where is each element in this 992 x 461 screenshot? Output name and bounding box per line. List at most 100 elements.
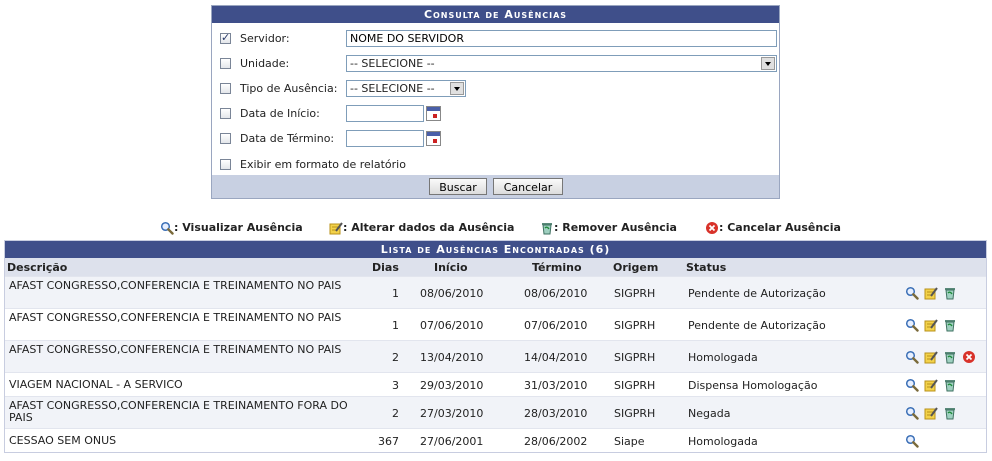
tipo-checkbox[interactable] xyxy=(220,83,231,94)
unidade-row: Unidade: -- SELECIONE -- xyxy=(212,53,779,75)
edit-note-icon[interactable] xyxy=(924,406,938,420)
magnifier-icon[interactable] xyxy=(905,406,919,420)
cell-origem: SIGPRH xyxy=(614,287,656,300)
cell-dias: 2 xyxy=(392,407,399,420)
table-row: VIAGEM NACIONAL - A SERVICO 3 29/03/2010 31… xyxy=(5,372,986,396)
termino-row: Data de Término: xyxy=(212,128,779,150)
header-dias: Dias xyxy=(372,261,399,274)
unidade-select[interactable]: -- SELECIONE -- xyxy=(346,55,777,72)
header-termino: Término xyxy=(532,261,582,274)
cell-origem: SIGPRH xyxy=(614,379,656,392)
results-table: Lista de Ausências Encontradas (6) Descr… xyxy=(4,240,987,453)
row-actions xyxy=(905,286,962,300)
cell-origem: Siape xyxy=(614,435,645,448)
tipo-select[interactable]: -- SELECIONE -- xyxy=(346,80,466,97)
relatorio-row: Exibir em formato de relatório xyxy=(212,154,779,176)
cell-inicio: 27/03/2010 xyxy=(420,407,484,420)
cell-inicio: 13/04/2010 xyxy=(420,351,484,364)
servidor-input[interactable] xyxy=(346,30,777,47)
cell-inicio: 07/06/2010 xyxy=(420,319,484,332)
header-inicio: Início xyxy=(434,261,468,274)
inicio-checkbox[interactable] xyxy=(220,108,231,119)
header-status: Status xyxy=(686,261,727,274)
cell-termino: 14/04/2010 xyxy=(524,351,588,364)
cell-termino: 08/06/2010 xyxy=(524,287,588,300)
servidor-checkbox[interactable] xyxy=(220,31,231,44)
row-actions xyxy=(905,350,981,364)
cancel-icon xyxy=(705,221,719,235)
buscar-button[interactable]: Buscar xyxy=(429,178,487,195)
cell-termino: 28/06/2002 xyxy=(524,435,588,448)
table-header: Descrição Dias Início Término Origem Sta… xyxy=(5,258,986,276)
legend-alterar: : Alterar dados da Ausência xyxy=(329,221,514,235)
tipo-label: Tipo de Ausência: xyxy=(240,82,338,95)
edit-note-icon[interactable] xyxy=(924,350,938,364)
calendar-icon[interactable] xyxy=(426,106,441,121)
magnifier-icon[interactable] xyxy=(905,350,919,364)
cell-descricao: AFAST CONGRESSO,CONFERENCIA E TREINAMENT… xyxy=(9,343,342,356)
cell-descricao: VIAGEM NACIONAL - A SERVICO xyxy=(9,378,183,391)
edit-note-icon[interactable] xyxy=(924,286,938,300)
servidor-row: Servidor: xyxy=(212,28,779,50)
inicio-row: Data de Início: xyxy=(212,103,779,125)
cell-descricao: AFAST CONGRESSO,CONFERENCIA E TREINAMENT… xyxy=(9,399,348,424)
magnifier-icon[interactable] xyxy=(905,286,919,300)
legend-cancelar-label: : Cancelar Ausência xyxy=(719,221,841,234)
cell-dias: 367 xyxy=(378,435,399,448)
cell-termino: 28/03/2010 xyxy=(524,407,588,420)
tipo-row: Tipo de Ausência: -- SELECIONE -- xyxy=(212,78,779,100)
edit-note-icon xyxy=(329,221,343,235)
trash-icon[interactable] xyxy=(943,286,957,300)
calendar-icon[interactable] xyxy=(426,131,441,146)
trash-icon[interactable] xyxy=(943,406,957,420)
cell-status: Pendente de Autorização xyxy=(688,287,826,300)
magnifier-icon[interactable] xyxy=(905,434,919,448)
trash-icon[interactable] xyxy=(943,378,957,392)
search-form: Consulta de Ausências Servidor: Unidade:… xyxy=(211,5,780,199)
inicio-date-input[interactable] xyxy=(346,105,424,122)
action-legend: : Visualizar Ausência : Alterar dados da… xyxy=(0,219,992,237)
tipo-select-value: -- SELECIONE -- xyxy=(350,82,435,95)
edit-note-icon[interactable] xyxy=(924,378,938,392)
table-row: AFAST CONGRESSO,CONFERENCIA E TREINAMENT… xyxy=(5,340,986,372)
termino-date-input[interactable] xyxy=(346,130,424,147)
magnifier-icon[interactable] xyxy=(905,378,919,392)
relatorio-label: Exibir em formato de relatório xyxy=(240,158,406,171)
inicio-label: Data de Início: xyxy=(240,107,320,120)
results-title: Lista de Ausências Encontradas (6) xyxy=(5,241,986,258)
edit-note-icon[interactable] xyxy=(924,318,938,332)
legend-remover-label: : Remover Ausência xyxy=(554,221,677,234)
trash-icon[interactable] xyxy=(943,350,957,364)
table-row: CESSAO SEM ONUS 367 27/06/2001 28/06/2002 Si… xyxy=(5,428,986,452)
header-descricao: Descrição xyxy=(7,261,68,274)
relatorio-checkbox[interactable] xyxy=(220,159,231,170)
trash-icon[interactable] xyxy=(943,318,957,332)
magnifier-icon[interactable] xyxy=(905,318,919,332)
cell-status: Dispensa Homologação xyxy=(688,379,818,392)
table-row: AFAST CONGRESSO,CONFERENCIA E TREINAMENT… xyxy=(5,276,986,308)
termino-label: Data de Término: xyxy=(240,132,335,145)
legend-alterar-label: : Alterar dados da Ausência xyxy=(343,221,515,234)
table-row: AFAST CONGRESSO,CONFERENCIA E TREINAMENT… xyxy=(5,308,986,340)
trash-icon xyxy=(540,221,554,235)
cancelar-button[interactable]: Cancelar xyxy=(493,178,563,195)
unidade-select-value: -- SELECIONE -- xyxy=(350,57,435,70)
termino-checkbox[interactable] xyxy=(220,133,231,144)
cell-origem: SIGPRH xyxy=(614,319,656,332)
cell-termino: 31/03/2010 xyxy=(524,379,588,392)
chevron-down-icon xyxy=(450,82,464,95)
unidade-label: Unidade: xyxy=(240,57,290,70)
form-footer: Buscar Cancelar xyxy=(212,175,779,198)
row-actions xyxy=(905,406,962,420)
cell-inicio: 08/06/2010 xyxy=(420,287,484,300)
cancel-icon[interactable] xyxy=(962,350,976,364)
cell-dias: 2 xyxy=(392,351,399,364)
magnifier-icon xyxy=(160,221,174,235)
cell-dias: 1 xyxy=(392,319,399,332)
cell-termino: 07/06/2010 xyxy=(524,319,588,332)
unidade-checkbox[interactable] xyxy=(220,58,231,69)
cell-status: Negada xyxy=(688,407,731,420)
table-body: AFAST CONGRESSO,CONFERENCIA E TREINAMENT… xyxy=(5,276,986,452)
servidor-label: Servidor: xyxy=(240,32,290,45)
cell-status: Homologada xyxy=(688,351,758,364)
